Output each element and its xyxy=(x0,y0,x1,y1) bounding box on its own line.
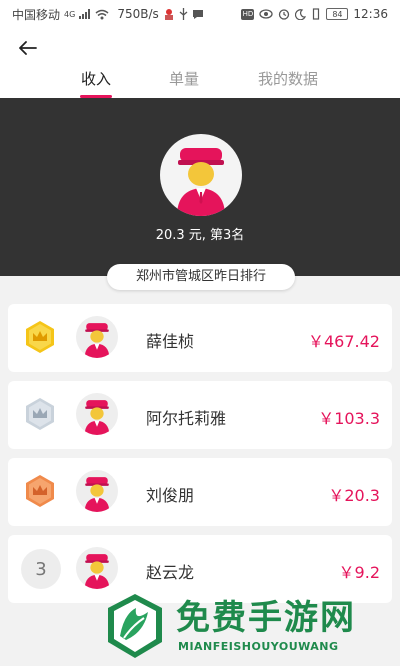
back-button[interactable] xyxy=(14,36,42,60)
message-icon xyxy=(192,9,203,19)
rank-row[interactable]: 刘俊朋 ￥20.3 xyxy=(8,458,392,526)
courier-avatar-icon xyxy=(84,554,110,589)
avatar xyxy=(76,547,118,589)
avatar xyxy=(76,470,118,512)
rider-amount: ￥9.2 xyxy=(338,563,380,582)
ranking-title: 郑州市管城区昨日排行 xyxy=(107,264,295,290)
income-summary: 20.3 元, 第3名 xyxy=(155,228,245,243)
courier-avatar-icon xyxy=(84,323,110,358)
wifi-icon xyxy=(95,9,109,19)
carrier-label: 中国移动 xyxy=(12,7,61,22)
rider-amount: ￥103.3 xyxy=(318,409,380,428)
usb-icon xyxy=(179,8,188,20)
courier-avatar-icon xyxy=(84,477,110,512)
courier-avatar-icon xyxy=(177,148,225,216)
watermark: 免费手游网 MIANFEISHOUYOUWANG xyxy=(104,590,394,664)
app-notification-icon xyxy=(164,9,173,20)
courier-avatar-icon xyxy=(84,400,110,435)
eye-icon xyxy=(259,9,274,19)
tab-income[interactable]: 收入 xyxy=(80,68,112,89)
tab-bar: 收入 单量 我的数据 xyxy=(0,68,400,98)
avatar xyxy=(76,393,118,435)
user-avatar xyxy=(160,134,242,216)
net-speed-label: 750B/s xyxy=(117,7,159,21)
arrow-left-icon xyxy=(19,41,37,55)
header: 收入 单量 我的数据 xyxy=(0,28,400,98)
gold-crown-icon xyxy=(26,321,54,353)
vibrate-icon xyxy=(313,8,320,20)
battery-icon: 84 xyxy=(326,8,349,20)
moon-icon xyxy=(295,8,307,20)
tab-my-data[interactable]: 我的数据 xyxy=(256,68,320,89)
status-bar: 中国移动 4G 750B/s HD 84 12:36 xyxy=(0,0,400,28)
rider-name: 刘俊朋 xyxy=(146,486,195,505)
clock-label: 12:36 xyxy=(353,7,388,21)
alarm-icon xyxy=(279,9,290,20)
rider-name: 薛佳桢 xyxy=(146,332,195,351)
silver-crown-icon xyxy=(26,398,54,430)
rider-name: 赵云龙 xyxy=(146,563,195,582)
rider-amount: ￥467.42 xyxy=(308,332,380,351)
signal-icon xyxy=(79,9,91,19)
watermark-title: 免费手游网 xyxy=(176,598,356,638)
rank-row[interactable]: 阿尔托莉雅 ￥103.3 xyxy=(8,381,392,449)
avatar xyxy=(76,316,118,358)
hero-section: 20.3 元, 第3名 xyxy=(0,98,400,276)
watermark-subtitle: MIANFEISHOUYOUWANG xyxy=(178,640,339,653)
rider-name: 阿尔托莉雅 xyxy=(146,409,227,428)
network-label: 4G xyxy=(64,9,76,19)
hd-icon: HD xyxy=(241,8,255,20)
rank-row[interactable]: 薛佳桢 ￥467.42 xyxy=(8,304,392,372)
rider-amount: ￥20.3 xyxy=(328,486,380,505)
tab-orders[interactable]: 单量 xyxy=(168,68,200,89)
rank-number: 3 xyxy=(21,549,61,589)
bronze-crown-icon xyxy=(26,475,54,507)
watermark-logo-icon xyxy=(108,594,162,658)
